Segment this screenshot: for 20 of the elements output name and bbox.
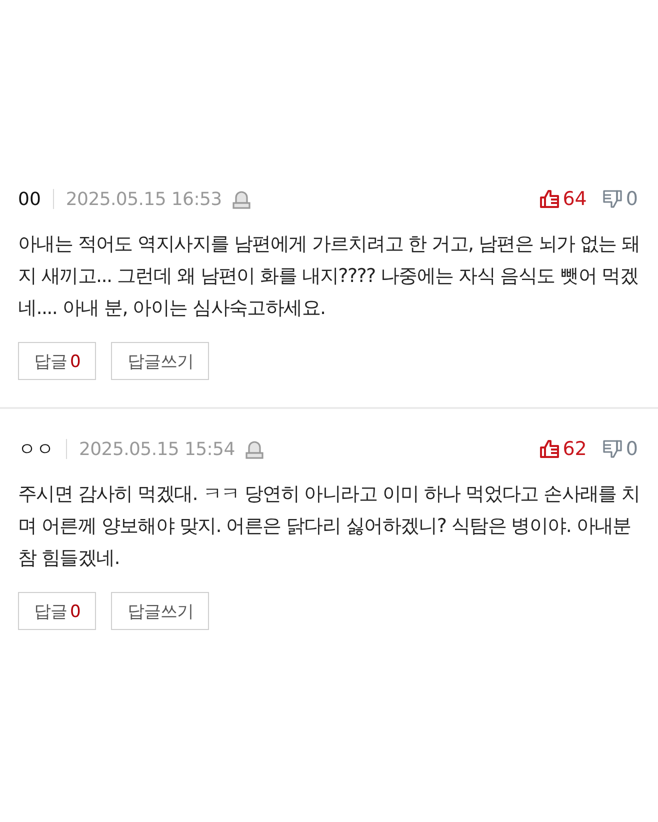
write-reply-button[interactable]: 답글쓰기 (111, 592, 210, 630)
comment-date: 2025.05.15 15:54 (79, 438, 235, 460)
dislike-button[interactable]: 0 (602, 438, 638, 460)
like-button[interactable]: 62 (540, 438, 587, 460)
author-name: 00 (18, 188, 41, 210)
thumbs-down-icon (602, 440, 622, 458)
comment-text: 아내는 적어도 역지사지를 남편에게 가르치려고 한 거고, 남편은 뇌가 없는 돼지 새끼고... 그런데 왜 남편이 화를 내지???? 나중에는 자식 음식도 뺏어 먹겠네.... 아내 분, 아이는 심사숙고하세요. (18, 232, 640, 321)
reply-count-button[interactable]: 답글 0 (18, 592, 96, 630)
like-button[interactable]: 64 (540, 188, 587, 210)
siren-icon[interactable] (232, 189, 251, 209)
dislike-button[interactable]: 0 (602, 188, 638, 210)
comment-text: 주시면 감사히 먹겠대. ㅋㅋ 당연히 아니라고 이미 하나 먹었다고 손사래를 치며 어른께 양보해야 맞지. 어른은 닭다리 싫어하겠니? 식탐은 병이야. 아내분 참 힘들겠네. (18, 482, 640, 571)
comment-date: 2025.05.15 16:53 (66, 188, 222, 210)
author-name: ㅇㅇ (18, 438, 54, 461)
siren-icon[interactable] (244, 439, 264, 459)
thumbs-up-icon (540, 190, 559, 208)
reply-count-button[interactable]: 답글 0 (18, 342, 96, 380)
thumbs-down-icon (602, 190, 622, 208)
thumbs-up-icon (540, 440, 559, 458)
write-reply-button[interactable]: 답글쓰기 (111, 342, 210, 380)
